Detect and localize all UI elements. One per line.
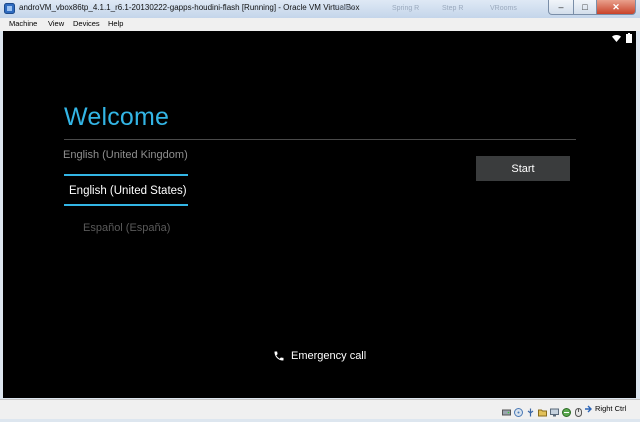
start-button[interactable]: Start <box>476 156 570 181</box>
phone-icon <box>274 351 284 361</box>
language-option-en-gb[interactable]: English (United Kingdom) <box>63 149 188 161</box>
menu-machine[interactable]: Machine <box>9 19 37 28</box>
status-bar: Right Ctrl <box>0 399 640 419</box>
minimize-button[interactable]: – <box>548 0 574 15</box>
heading-divider <box>64 139 576 140</box>
emergency-call-label: Emergency call <box>291 350 367 362</box>
window-title: androVM_vbox86tp_4.1.1_r6.1-20130222-gap… <box>19 3 360 12</box>
window-controls: – □ ✕ <box>548 0 636 15</box>
welcome-heading: Welcome <box>64 103 170 131</box>
device-indicators <box>502 404 586 417</box>
selection-line-bottom <box>64 204 188 206</box>
background-tab: Step R <box>442 5 464 12</box>
virtualbox-app-icon <box>4 3 15 14</box>
optical-drive-icon[interactable] <box>514 404 523 417</box>
emergency-call-button[interactable]: Emergency call <box>273 350 366 362</box>
background-tab: Firefox <box>334 5 356 12</box>
menu-view[interactable]: View <box>48 19 64 28</box>
mouse-integration-icon[interactable] <box>574 404 583 417</box>
close-button[interactable]: ✕ <box>597 0 636 15</box>
host-key-arrow-icon <box>585 405 592 412</box>
language-option-es-es[interactable]: Español (España) <box>83 222 170 234</box>
wifi-icon <box>612 34 621 42</box>
host-key-indicator[interactable]: Right Ctrl <box>584 404 626 413</box>
hard-disk-icon[interactable] <box>502 404 511 416</box>
menu-bar: Machine View Devices Help <box>0 18 640 31</box>
display-icon[interactable] <box>550 404 559 417</box>
shared-folders-icon[interactable] <box>538 404 547 417</box>
battery-icon <box>626 33 632 43</box>
background-tab: Spring R <box>392 5 420 12</box>
window-title-bar[interactable]: androVM_vbox86tp_4.1.1_r6.1-20130222-gap… <box>0 0 640 19</box>
android-screen[interactable]: Welcome English (United Kingdom) English… <box>3 31 636 398</box>
maximize-button[interactable]: □ <box>574 0 597 15</box>
usb-icon[interactable] <box>526 404 535 417</box>
menu-help[interactable]: Help <box>108 19 123 28</box>
selection-line-top <box>64 174 188 176</box>
network-icon[interactable] <box>562 404 571 417</box>
host-key-label: Right Ctrl <box>595 404 627 413</box>
menu-devices[interactable]: Devices <box>73 19 100 28</box>
language-option-en-us-selected[interactable]: English (United States) <box>69 185 187 197</box>
background-tab: VRooms <box>490 5 517 12</box>
